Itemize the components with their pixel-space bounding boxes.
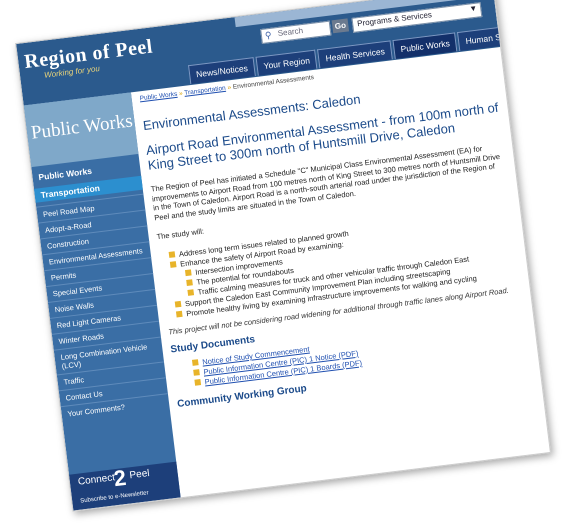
tab-news-notices[interactable]: News/Notices (188, 57, 256, 85)
screenshot-stage: Region of Peel Working for you ⚲ Search … (0, 0, 571, 529)
connect-number: 2 (112, 464, 128, 492)
bullet-icon (194, 379, 202, 386)
chevron-down-icon: ▼ (468, 3, 478, 14)
bullet-icon (184, 268, 192, 276)
bullet-icon (168, 250, 176, 258)
sidebar-banner: Public Works (23, 92, 139, 168)
search-icon: ⚲ (264, 29, 273, 41)
sidebar-list: Peel Road Map Adopt-a-Road Construction … (36, 193, 170, 423)
bullet-icon (191, 359, 199, 366)
connect2peel-banner[interactable]: Connect 2 Peel Subscribe to e-Newsletter (69, 461, 181, 511)
tab-public-works[interactable]: Public Works (392, 32, 458, 59)
bullet-icon (187, 288, 195, 296)
main-content: Public Works » Transportation » Environm… (139, 52, 541, 492)
breadcrumb-transportation[interactable]: Transportation (184, 85, 226, 97)
bullet-icon (174, 300, 182, 308)
breadcrumb-public-works[interactable]: Public Works (139, 91, 177, 103)
search-go-button[interactable]: Go (331, 18, 350, 34)
bullet-icon (193, 369, 200, 376)
tab-human-services[interactable]: Human Services (457, 22, 536, 51)
bullet-icon (186, 278, 193, 286)
connect-peel-text: Peel (128, 467, 151, 482)
tab-your-region[interactable]: Your Region (255, 49, 318, 76)
search-placeholder: Search (277, 25, 304, 38)
programs-select-value: Programs & Services (356, 10, 433, 29)
sidebar-banner-text: Public Works (29, 110, 134, 144)
bullet-icon (175, 310, 183, 317)
search-input[interactable]: ⚲ Search (260, 20, 332, 45)
tab-health-services[interactable]: Health Services (317, 40, 393, 69)
bullet-icon (169, 260, 177, 268)
connect-text: Connect (77, 472, 116, 488)
webpage: Region of Peel Working for you ⚲ Search … (15, 0, 551, 512)
newsletter-link[interactable]: Subscribe to e-Newsletter (80, 490, 149, 504)
